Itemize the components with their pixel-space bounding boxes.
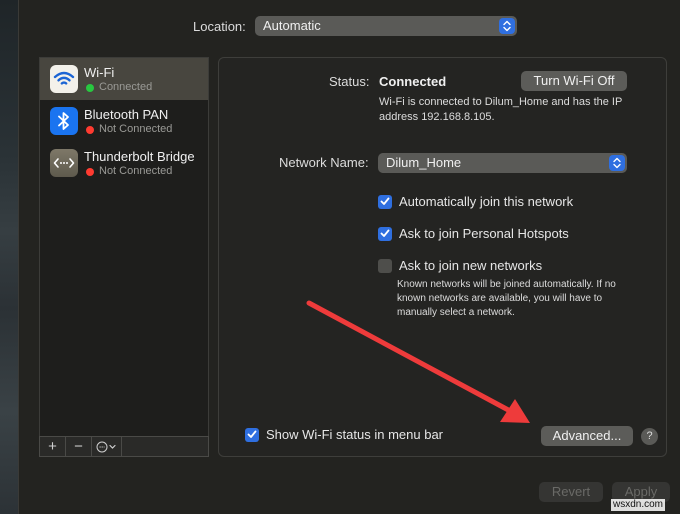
network-name-popup[interactable]: Dilum_Home (378, 153, 627, 173)
service-state: Not Connected (99, 165, 173, 177)
status-dot-icon (86, 168, 94, 176)
checkbox-label: Show Wi-Fi status in menu bar (266, 427, 444, 442)
service-state: Connected (99, 81, 153, 93)
service-name: Thunderbolt Bridge (84, 149, 195, 164)
ellipsis-circle-icon (96, 441, 116, 452)
service-name: Wi-Fi (84, 65, 115, 80)
desktop-background (0, 0, 18, 514)
chevron-updown-icon (499, 18, 515, 34)
checkbox-label: Ask to join Personal Hotspots (399, 226, 569, 241)
checkmark-icon (378, 194, 392, 209)
watermark: wsxdn.com (611, 499, 666, 511)
show-wifi-status-checkbox[interactable]: Show Wi-Fi status in menu bar (245, 427, 443, 442)
status-value: Connected (379, 74, 447, 89)
thunderbolt-bridge-icon (50, 149, 78, 177)
checkbox-label: Ask to join new networks (399, 258, 543, 273)
location-popup[interactable]: Automatic (255, 16, 517, 36)
auto-join-checkbox[interactable]: Automatically join this network (378, 194, 573, 209)
checkmark-icon (245, 427, 259, 442)
location-label: Location: (193, 19, 246, 34)
advanced-button[interactable]: Advanced... (541, 426, 633, 446)
status-description: Wi-Fi is connected to Dilum_Home and has… (379, 96, 623, 123)
status-label: Status: (329, 74, 370, 89)
service-item-bluetooth-pan[interactable]: Bluetooth PAN Not Connected (40, 100, 208, 142)
minus-icon: − (74, 438, 83, 455)
turn-wifi-off-button[interactable]: Turn Wi-Fi Off (521, 71, 627, 91)
help-button[interactable]: ? (641, 428, 658, 445)
service-state: Not Connected (99, 123, 173, 135)
service-name: Bluetooth PAN (84, 107, 169, 122)
join-networks-help-text: Known networks will be joined automatica… (397, 279, 616, 318)
network-preferences-window: Location: Automatic Wi-Fi Connected Blue… (18, 0, 680, 514)
action-menu-button[interactable] (92, 437, 122, 456)
service-item-thunderbolt-bridge[interactable]: Thunderbolt Bridge Not Connected (40, 142, 208, 184)
network-name-label: Network Name: (279, 155, 369, 170)
chevron-updown-icon (609, 155, 625, 171)
wifi-icon (50, 65, 78, 93)
checkbox-label: Automatically join this network (399, 194, 574, 209)
wifi-detail-panel: Status: Connected Turn Wi-Fi Off Wi-Fi i… (218, 57, 667, 457)
status-dot-icon (86, 126, 94, 134)
remove-service-button[interactable]: − (66, 437, 92, 456)
service-item-wifi[interactable]: Wi-Fi Connected (40, 58, 208, 100)
checkmark-icon (378, 226, 392, 241)
unchecked-box-icon (378, 258, 392, 273)
revert-button[interactable]: Revert (539, 482, 603, 502)
status-dot-icon (86, 84, 94, 92)
plus-icon: + (48, 438, 57, 455)
bluetooth-icon (50, 107, 78, 135)
join-new-networks-checkbox[interactable]: Ask to join new networks (378, 258, 542, 273)
personal-hotspots-checkbox[interactable]: Ask to join Personal Hotspots (378, 226, 569, 241)
location-value: Automatic (263, 18, 321, 33)
service-list: Wi-Fi Connected Bluetooth PAN Not Connec… (39, 57, 209, 437)
service-list-toolbar: + − (39, 436, 209, 457)
network-name-value: Dilum_Home (386, 155, 462, 170)
add-service-button[interactable]: + (40, 437, 66, 456)
